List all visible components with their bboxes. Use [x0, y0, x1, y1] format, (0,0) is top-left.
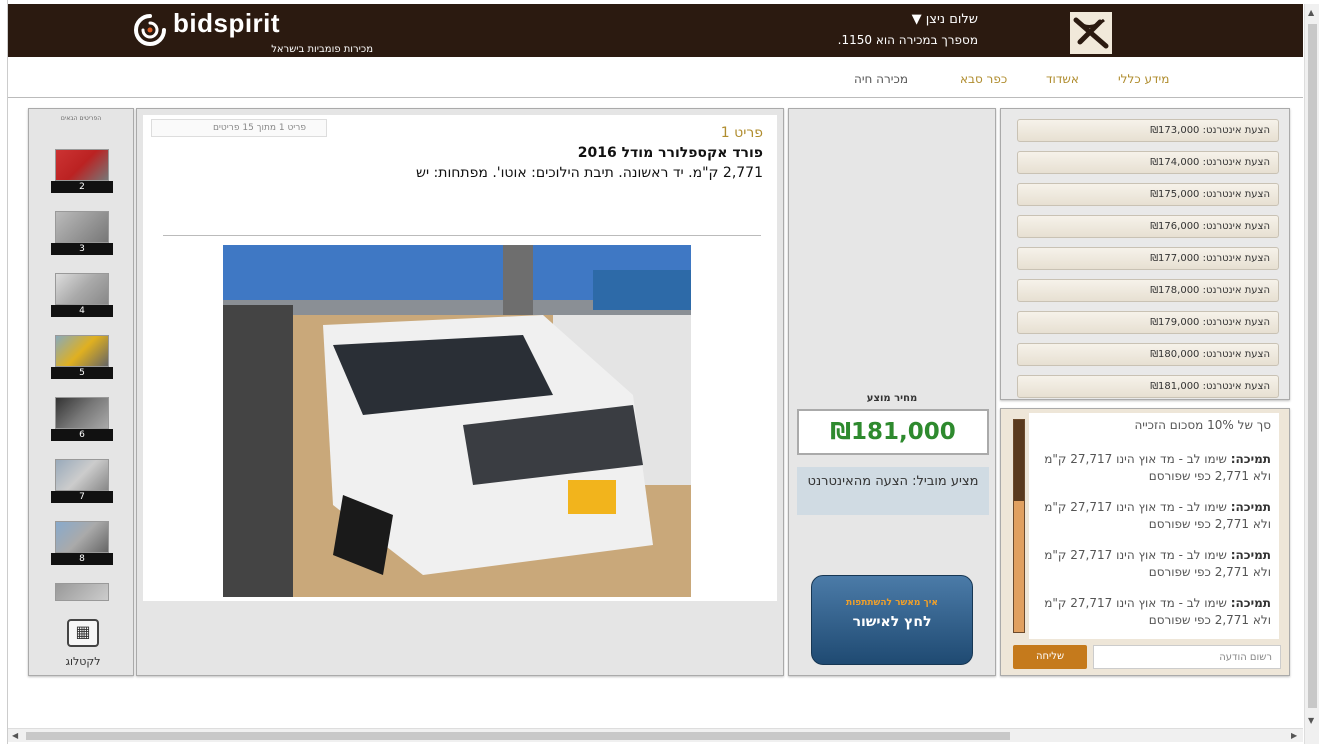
nav-kfar-saba[interactable]: כפר סבא	[960, 72, 1007, 86]
chat-message: סך של 10% מסכום הזכייה	[1134, 418, 1271, 432]
lot-number: פריט 1	[720, 125, 763, 141]
bid-entry[interactable]: הצעת אינטרנט: ₪177,000	[1017, 247, 1279, 270]
chat-message: תמיכה: שימו לב - מד אוץ הינו 27,717 ק"מ …	[1041, 451, 1271, 485]
nav-general-info[interactable]: מידע כללי	[1118, 72, 1169, 86]
thumb-image	[55, 583, 109, 601]
bid-history-panel: הצעת אינטרנט: ₪173,000 הצעת אינטרנט: ₪17…	[1000, 108, 1290, 400]
scroll-up-icon[interactable]: ▲	[1308, 8, 1314, 17]
logo-text: bidspirit	[173, 8, 281, 38]
chat-progress-bar	[1013, 419, 1025, 633]
lot-title: פורד אקספלורר מודל 2016	[577, 145, 763, 161]
thumb-image	[55, 459, 109, 491]
thumb-image	[55, 211, 109, 243]
thumb-number: 3	[51, 243, 113, 255]
vertical-scrollbar[interactable]: ▲ ▼	[1304, 4, 1319, 744]
window-left-edge	[0, 0, 8, 744]
bidding-panel: מחיר מוצע ₪181,000 מציע מוביל: הצעה מהאי…	[788, 108, 996, 676]
nav-bar: מידע כללי אשדוד כפר סבא מכירה חיה	[8, 58, 1303, 98]
thumb-item[interactable]: 4	[51, 273, 113, 317]
lot-description: 2,771 ק"מ. יד ראשונה. תיבת הילוכים: אוטו…	[416, 165, 763, 181]
approve-subtitle: איך מאשר להשתתפות	[846, 598, 938, 608]
chat-message: תמיכה: שימו לב - מד אוץ הינו 27,717 ק"מ …	[1041, 499, 1271, 533]
thumb-item[interactable]: 5	[51, 335, 113, 379]
chat-panel: סך של 10% מסכום הזכייה תמיכה: שימו לב - …	[1000, 408, 1290, 676]
chat-sender: תמיכה:	[1230, 548, 1271, 562]
scroll-right-icon[interactable]: ▶	[1291, 731, 1297, 740]
bid-entry[interactable]: הצעת אינטרנט: ₪174,000	[1017, 151, 1279, 174]
scroll-left-icon[interactable]: ◀	[12, 731, 18, 740]
bid-entry[interactable]: הצעת אינטרנט: ₪176,000	[1017, 215, 1279, 238]
thumb-item[interactable]: 7	[51, 459, 113, 503]
leading-bidder: מציע מוביל: הצעה מהאינטרנט	[797, 467, 989, 515]
horizontal-scroll-thumb[interactable]	[26, 732, 1010, 740]
thumb-item[interactable]: 8	[51, 521, 113, 565]
auction-workspace: הפריטים הבאים 2 3 4 5 6 7 8 ▦ לקטלוג פרי…	[28, 108, 1295, 678]
bidspirit-logo-icon	[134, 14, 166, 46]
nav-live-auction[interactable]: מכירה חיה	[854, 72, 908, 86]
approve-participation-button[interactable]: איך מאשר להשתתפות לחץ לאישור	[811, 575, 973, 665]
thumb-number: 2	[51, 181, 113, 193]
lot-pager[interactable]: פריט 1 מתוך 15 פריטים	[151, 119, 327, 137]
send-button[interactable]: שליחה	[1013, 645, 1087, 669]
price-label: מחיר מוצע	[866, 393, 918, 404]
lot-panel: פריט 1 מתוך 15 פריטים פריט 1 פורד אקספלו…	[136, 108, 784, 676]
top-bar: bidspirit מכירות פומביות בישראל שלום ניצ…	[8, 4, 1303, 57]
thumb-image	[55, 273, 109, 305]
approve-label: לחץ לאישור	[852, 614, 932, 630]
scroll-down-icon[interactable]: ▼	[1308, 716, 1314, 725]
bid-entry[interactable]: הצעת אינטרנט: ₪181,000	[1017, 375, 1279, 398]
bid-entry[interactable]: הצעת אינטרנט: ₪173,000	[1017, 119, 1279, 142]
catalog-link[interactable]: לקטלוג	[53, 655, 113, 668]
chat-progress-fill	[1014, 500, 1024, 632]
vertical-scroll-thumb[interactable]	[1308, 24, 1317, 708]
horizontal-scrollbar[interactable]: ◀ ▶	[8, 728, 1303, 742]
lot-card: פריט 1 מתוך 15 פריטים פריט 1 פורד אקספלו…	[143, 115, 777, 601]
bid-entry[interactable]: הצעת אינטרנט: ₪179,000	[1017, 311, 1279, 334]
chat-message: תמיכה: שימו לב - מד אוץ הינו 27,717 ק"מ …	[1041, 547, 1271, 581]
chat-sender: תמיכה:	[1230, 596, 1271, 610]
thumb-image	[55, 149, 109, 181]
bid-entry[interactable]: הצעת אינטרנט: ₪178,000	[1017, 279, 1279, 302]
bid-entry[interactable]: הצעת אינטרנט: ₪180,000	[1017, 343, 1279, 366]
thumb-item[interactable]: 6	[51, 397, 113, 441]
divider	[163, 235, 761, 236]
next-items-panel: הפריטים הבאים 2 3 4 5 6 7 8 ▦ לקטלוג	[28, 108, 134, 676]
car-photo-image	[223, 245, 691, 597]
current-price: ₪181,000	[797, 409, 989, 455]
thumb-number: 7	[51, 491, 113, 503]
chat-message: תמיכה: שימו לב - מד אוץ הינו 27,717 ק"מ …	[1041, 595, 1271, 629]
thumb-number: 8	[51, 553, 113, 565]
thumb-image	[55, 335, 109, 367]
chat-log[interactable]: סך של 10% מסכום הזכייה תמיכה: שימו לב - …	[1029, 413, 1279, 639]
thumb-image	[55, 397, 109, 429]
nav-ashdod[interactable]: אשדוד	[1046, 72, 1079, 86]
thumb-image	[55, 521, 109, 553]
thumb-item[interactable]: 3	[51, 211, 113, 255]
thumb-number: 4	[51, 305, 113, 317]
lot-photo[interactable]	[223, 245, 691, 597]
bid-entry[interactable]: הצעת אינטרנט: ₪175,000	[1017, 183, 1279, 206]
catalog-grid-icon[interactable]: ▦	[67, 619, 99, 647]
thumb-number: 5	[51, 367, 113, 379]
bidder-number: מספרך במכירה הוא 1150.	[837, 33, 978, 47]
thumb-number: 6	[51, 429, 113, 441]
chat-sender: תמיכה:	[1230, 500, 1271, 514]
next-items-title: הפריטים הבאים	[60, 115, 102, 122]
auction-house-logo-icon	[1070, 12, 1112, 54]
logo-tagline: מכירות פומביות בישראל	[271, 44, 373, 55]
user-menu-dropdown[interactable]: שלום ניצן ▼	[798, 12, 978, 27]
thumb-item[interactable]: 2	[51, 149, 113, 193]
thumb-item-partial[interactable]	[51, 583, 113, 601]
user-block: שלום ניצן ▼ מספרך במכירה הוא 1150.	[798, 12, 978, 47]
chat-message-input[interactable]: רשום הודעה	[1093, 645, 1281, 669]
chat-sender: תמיכה:	[1230, 452, 1271, 466]
